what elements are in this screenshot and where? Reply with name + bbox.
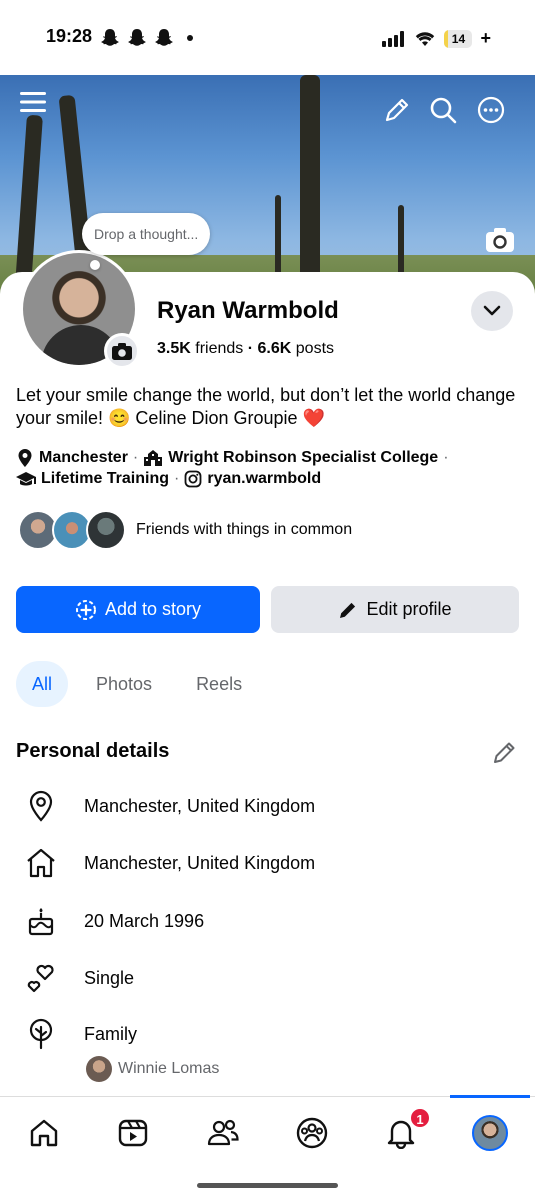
chevron-down-icon: [483, 305, 501, 316]
wifi-icon: [416, 31, 435, 46]
nav-profile-avatar: [472, 1115, 508, 1151]
detail-current-city[interactable]: Manchester, United Kingdom: [24, 789, 315, 823]
edit-profile-button[interactable]: Edit profile: [271, 586, 519, 633]
tab-all[interactable]: All: [16, 661, 69, 707]
family-member[interactable]: Winnie Lomas: [86, 1056, 219, 1082]
intro-location[interactable]: Manchester: [39, 449, 128, 467]
nav-notifications[interactable]: 1: [381, 1107, 431, 1153]
snapchat-icon: [155, 29, 173, 46]
status-bar: 19:28 14 +: [0, 0, 535, 75]
profile-stats: 3.5K friends · 6.6K posts: [157, 340, 334, 358]
home-icon: [30, 1119, 58, 1147]
snapchat-icon: [128, 29, 146, 46]
intro-school[interactable]: Wright Robinson Specialist College: [168, 449, 438, 467]
search-icon[interactable]: [428, 95, 458, 125]
nav-profile[interactable]: [470, 1113, 510, 1153]
charging-plus: +: [480, 28, 491, 48]
intro-separator: ·: [443, 449, 449, 466]
personal-details-title: Personal details: [16, 740, 170, 762]
edit-profile-label: Edit profile: [366, 599, 452, 619]
profile-bio: Let your smile change the world, but don…: [16, 384, 516, 430]
detail-text: Manchester, United Kingdom: [84, 852, 316, 873]
add-story-icon: [75, 599, 96, 620]
edit-pencil-icon[interactable]: [382, 95, 412, 125]
nav-active-indicator: [450, 1095, 530, 1098]
hearts-icon: [27, 964, 54, 993]
status-time: 19:28: [46, 26, 93, 46]
birthday-cake-icon: [28, 908, 54, 936]
detail-birthday[interactable]: 20 March 1996: [24, 904, 204, 938]
detail-text: Single: [84, 967, 135, 988]
friend-avatar: [86, 510, 126, 550]
detail-text: Manchester, United Kingdom: [84, 795, 316, 816]
instagram-icon: [184, 470, 202, 488]
posts-label[interactable]: posts: [296, 340, 334, 357]
thought-bubble-tail: [90, 260, 100, 270]
stats-separator: ·: [247, 340, 254, 357]
tab-photos[interactable]: Photos: [80, 661, 168, 707]
more-options-icon[interactable]: [476, 95, 506, 125]
notifications-badge: 1: [409, 1107, 431, 1129]
friends-in-common[interactable]: Friends with things in common: [18, 510, 352, 550]
nav-groups[interactable]: [292, 1113, 332, 1153]
add-to-story-label: Add to story: [104, 599, 202, 619]
home-indicator[interactable]: [197, 1183, 338, 1188]
graduation-cap-icon: [16, 472, 36, 486]
intro-separator: ·: [174, 470, 180, 487]
status-right: 14 +: [382, 28, 491, 49]
intro-work[interactable]: Lifetime Training: [41, 470, 169, 488]
signal-icon: [382, 30, 405, 47]
battery-indicator: 14: [444, 29, 473, 48]
menu-icon[interactable]: [18, 87, 48, 117]
friends-label[interactable]: friends: [195, 340, 243, 357]
detail-hometown[interactable]: Manchester, United Kingdom: [24, 846, 315, 880]
family-member-name: Winnie Lomas: [118, 1060, 220, 1077]
posts-count[interactable]: 6.6K: [258, 340, 292, 357]
intro-row-1: Manchester · Wright Robinson Specialist …: [16, 448, 454, 468]
friends-common-label: Friends with things in common: [136, 521, 353, 538]
detail-relationship[interactable]: Single: [24, 961, 134, 995]
detail-text: 20 March 1996: [84, 910, 205, 931]
detail-family[interactable]: Family: [24, 1017, 137, 1051]
heart-emoji: ❤️: [302, 408, 325, 428]
snapchat-icon: [101, 29, 119, 46]
home-icon: [27, 848, 55, 878]
camera-icon: [112, 342, 132, 360]
family-member-avatar: [86, 1056, 112, 1082]
nav-home[interactable]: [24, 1113, 64, 1153]
add-to-story-button[interactable]: Add to story: [16, 586, 260, 633]
detail-text: Family: [84, 1023, 137, 1044]
friends-count[interactable]: 3.5K: [157, 340, 191, 357]
family-tree-icon: [29, 1018, 53, 1050]
thought-bubble[interactable]: Drop a thought...: [82, 213, 211, 255]
nav-video[interactable]: [113, 1113, 153, 1153]
location-pin-icon: [18, 449, 32, 467]
tab-reels[interactable]: Reels: [180, 661, 258, 707]
profile-options-button[interactable]: [471, 291, 513, 331]
cover-camera-icon[interactable]: [485, 227, 515, 253]
profile-name: Ryan Warmbold: [157, 297, 339, 324]
bio-text: Let your smile change the world, but don…: [16, 385, 516, 428]
avatar-camera-button[interactable]: [104, 333, 140, 369]
pencil-icon: [340, 602, 356, 618]
status-notifications: [100, 28, 193, 48]
more-notifications-dot: [187, 35, 193, 41]
intro-instagram[interactable]: ryan.warmbold: [207, 470, 321, 488]
location-pin-icon: [29, 790, 53, 822]
nav-friends[interactable]: [203, 1113, 243, 1153]
school-icon: [144, 450, 163, 466]
intro-separator: ·: [132, 449, 139, 466]
video-icon: [118, 1119, 148, 1147]
groups-icon: [296, 1117, 328, 1149]
profile-tabs: All Photos Reels: [16, 661, 270, 707]
friends-icon: [207, 1119, 239, 1146]
intro-row-2: Lifetime Training · ryan.warmbold: [16, 470, 321, 488]
edit-details-icon[interactable]: [491, 740, 517, 766]
battery-level: 14: [451, 31, 466, 46]
